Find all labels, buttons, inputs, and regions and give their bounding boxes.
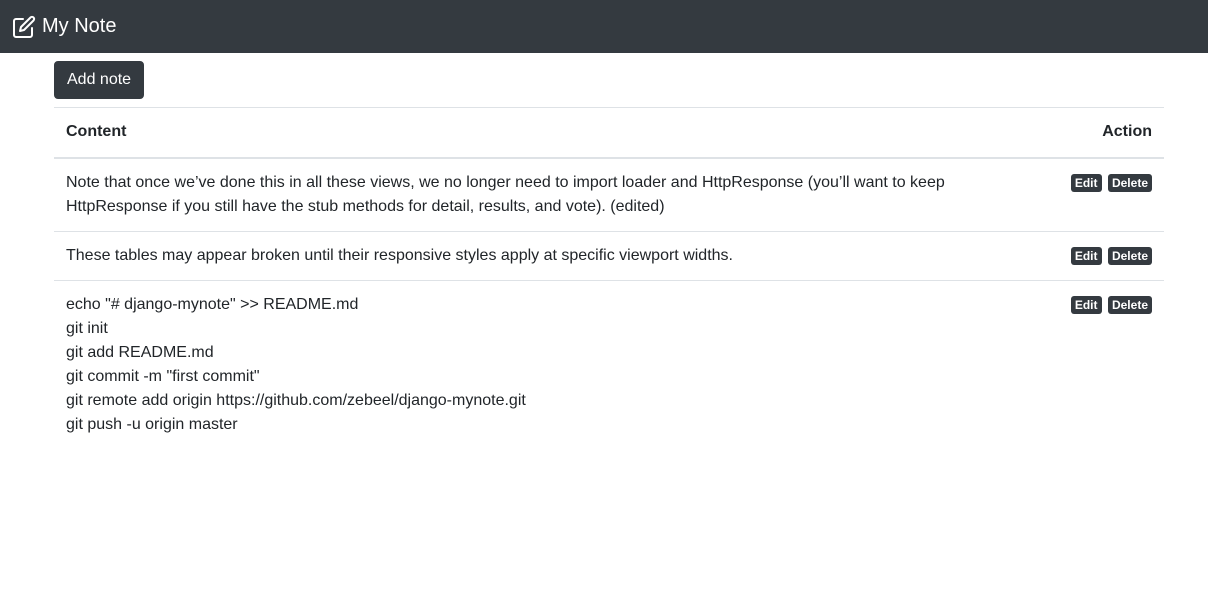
- table-row: Note that once we’ve done this in all th…: [54, 157, 1164, 232]
- notes-table: Content Action Note that once we’ve done…: [54, 107, 1164, 449]
- add-note-button[interactable]: Add note: [54, 61, 145, 99]
- action-header: Action: [1044, 107, 1164, 159]
- navbar: My Note: [0, 0, 1208, 53]
- note-line: Note that once we’ve done this in all th…: [66, 173, 945, 191]
- note-line: git init: [66, 319, 108, 337]
- note-line: git add README.md: [66, 343, 214, 361]
- edit-button[interactable]: Edit: [1070, 295, 1102, 314]
- note-line: git push -u origin master: [66, 415, 238, 433]
- edit-icon: [12, 15, 36, 39]
- edit-button[interactable]: Edit: [1070, 173, 1102, 192]
- brand-title: My Note: [42, 15, 117, 37]
- table-row: echo "# django-mynote" >> README.md git …: [54, 280, 1164, 449]
- table-header-row: Content Action: [54, 107, 1164, 159]
- brand-link[interactable]: My Note: [12, 15, 116, 39]
- note-line: git commit -m "first commit": [66, 367, 260, 385]
- note-line: These tables may appear broken until the…: [66, 246, 733, 264]
- delete-button[interactable]: Delete: [1107, 295, 1152, 314]
- main-container: Add note Content Action Note that once w…: [54, 53, 1164, 449]
- note-content: Note that once we’ve done this in all th…: [54, 157, 1044, 232]
- note-actions: Edit Delete: [1044, 231, 1164, 281]
- note-actions: Edit Delete: [1044, 157, 1164, 232]
- note-actions: Edit Delete: [1044, 280, 1164, 449]
- note-line: git remote add origin https://github.com…: [66, 391, 526, 409]
- note-line: echo "# django-mynote" >> README.md: [66, 295, 359, 313]
- edit-button[interactable]: Edit: [1070, 246, 1102, 265]
- table-row: These tables may appear broken until the…: [54, 231, 1164, 281]
- note-content: These tables may appear broken until the…: [54, 231, 1044, 281]
- delete-button[interactable]: Delete: [1107, 246, 1152, 265]
- content-header: Content: [54, 107, 1044, 159]
- note-content: echo "# django-mynote" >> README.md git …: [54, 280, 1044, 449]
- delete-button[interactable]: Delete: [1107, 173, 1152, 192]
- note-line: HttpResponse if you still have the stub …: [66, 197, 665, 215]
